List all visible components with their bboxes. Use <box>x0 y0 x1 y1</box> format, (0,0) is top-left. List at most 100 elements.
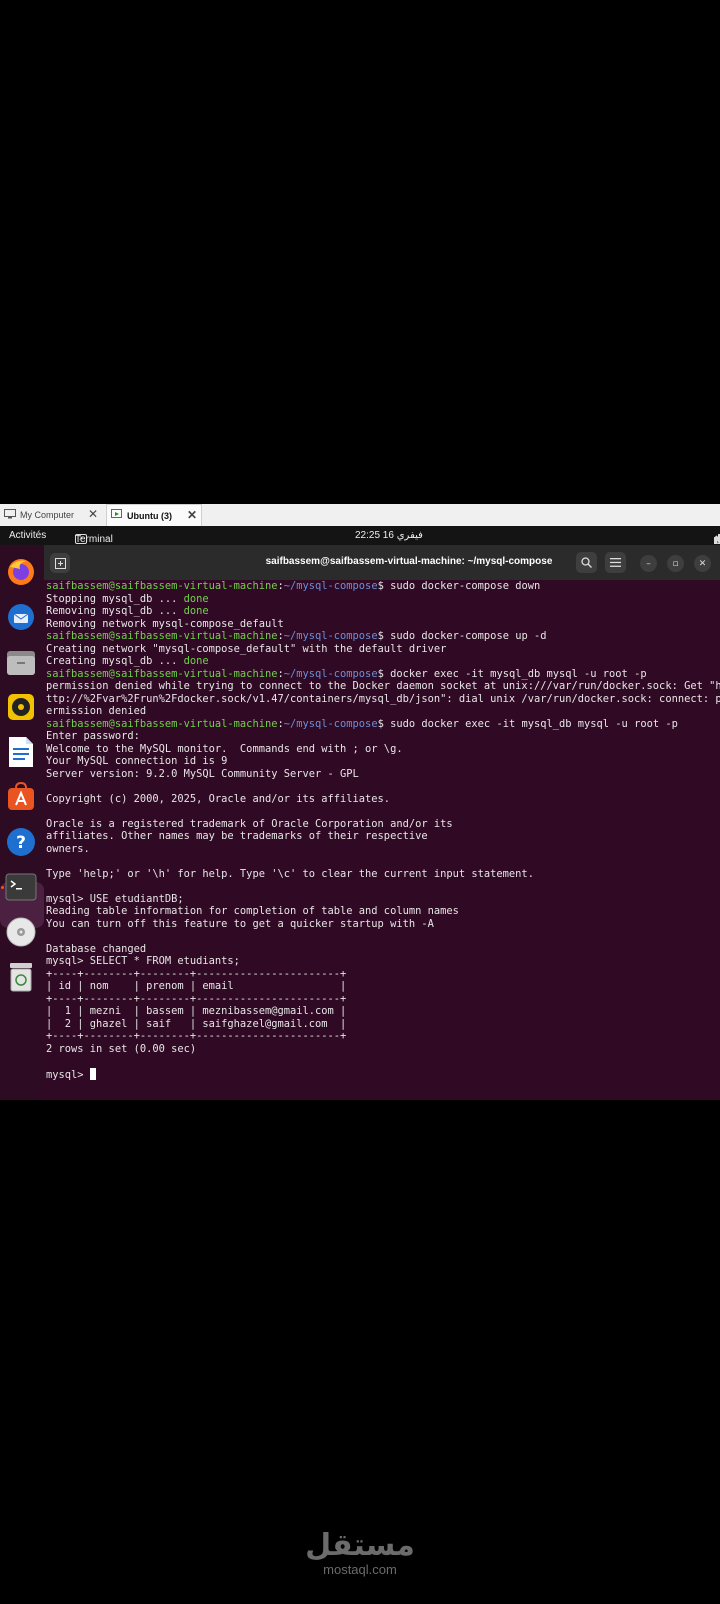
output-text: Your MySQL connection id is 9 <box>46 755 228 767</box>
running-indicator <box>1 886 4 889</box>
terminal-line: saifbassem@saifbassem-virtual-machine:~/… <box>46 667 647 680</box>
app-center-icon[interactable] <box>4 780 38 814</box>
output-text: Creating network "mysql-compose_default"… <box>46 642 447 655</box>
terminal-line: mysql> <box>46 1067 720 1081</box>
dvd-icon[interactable] <box>4 915 38 949</box>
terminal-line: saifbassem@saifbassem-virtual-machine:~/… <box>46 717 678 730</box>
vm-running-icon <box>111 509 123 522</box>
mysql-prompt: mysql> <box>46 1068 90 1081</box>
terminal-header-bar: saifbassem@saifbassem-virtual-machine: ~… <box>44 545 720 580</box>
terminal-line: Your MySQL connection id is 9 <box>46 755 720 768</box>
terminal-line: ermission denied <box>46 705 720 718</box>
tab-label: Ubuntu (3) <box>127 510 172 521</box>
terminal-line: Copyright (c) 2000, 2025, Oracle and/or … <box>46 793 720 806</box>
tab-my-computer[interactable]: My Computer ✕ <box>0 504 102 526</box>
tab-ubuntu[interactable]: Ubuntu (3) ✕ <box>106 504 202 526</box>
output-text: Stopping mysql_db ... <box>46 592 184 605</box>
writer-icon[interactable] <box>4 735 38 769</box>
maximize-button[interactable]: ▫ <box>667 555 684 572</box>
output-text: ttp://%2Fvar%2Frun%2Fdocker.sock/v1.47/c… <box>46 692 720 705</box>
close-icon[interactable]: ✕ <box>88 507 98 521</box>
terminal-line: mysql> USE etudiantDB; <box>46 893 720 906</box>
activities-button[interactable]: Activités <box>9 530 46 541</box>
output-text: Copyright (c) 2000, 2025, Oracle and/or … <box>46 792 391 805</box>
clock[interactable]: 22:25 16 فيفري <box>355 530 423 541</box>
menu-button[interactable] <box>605 552 626 573</box>
output-text: mysql> SELECT * FROM etudiants; <box>46 955 240 967</box>
terminal-line: Type 'help;' or '\h' for help. Type '\c'… <box>46 868 720 881</box>
output-text: Server version: 9.2.0 MySQL Community Se… <box>46 767 359 780</box>
output-text: affiliates. Other names may be trademark… <box>46 830 428 842</box>
output-text: Creating mysql_db ... <box>46 655 184 667</box>
text-cursor <box>89 1067 96 1080</box>
output-text: You can turn off this feature to get a q… <box>46 917 434 930</box>
vm-tab-bar: My Computer ✕ Ubuntu (3) ✕ <box>0 504 720 526</box>
output-text: Removing network mysql-compose_default <box>46 617 284 630</box>
prompt-path: ~/mysql-compose <box>283 580 378 592</box>
terminal-line: | 2 | ghazel | saif | saifghazel@gmail.c… <box>46 1018 720 1031</box>
terminal-line: affiliates. Other names may be trademark… <box>46 830 720 843</box>
rhythmbox-icon[interactable] <box>4 690 38 724</box>
minimize-button[interactable]: – <box>640 555 657 572</box>
command-text: docker exec -it mysql_db mysql -u root -… <box>390 667 647 680</box>
terminal-output[interactable]: saifbassem@saifbassem-virtual-machine:~/… <box>44 580 720 1100</box>
terminal-line: Stopping mysql_db ... done <box>46 593 720 606</box>
close-icon[interactable]: ✕ <box>187 508 197 522</box>
output-text: 2 rows in set (0.00 sec) <box>46 1042 197 1055</box>
status-done: done <box>183 655 209 667</box>
status-done: done <box>183 605 209 617</box>
search-button[interactable] <box>576 552 597 573</box>
search-icon <box>581 557 592 568</box>
new-tab-button[interactable] <box>50 553 70 573</box>
terminal-line: | 1 | mezni | bassem | meznibassem@gmail… <box>46 1005 720 1018</box>
terminal-line: owners. <box>46 843 720 856</box>
terminal-icon[interactable] <box>4 870 38 904</box>
monitor-icon <box>4 509 16 521</box>
close-button[interactable]: ✕ <box>694 555 711 572</box>
output-text: Reading table information for completion… <box>46 905 459 917</box>
dock: ? <box>0 545 44 1100</box>
output-text: +----+--------+--------+----------------… <box>46 1030 347 1042</box>
terminal-line: +----+--------+--------+----------------… <box>46 968 720 981</box>
app-name: Terminal <box>75 534 113 545</box>
output-text: ermission denied <box>46 705 147 717</box>
prompt-path: ~/mysql-compose <box>283 667 378 680</box>
command-text: sudo docker exec -it mysql_db mysql -u r… <box>390 717 678 730</box>
terminal-line: Database changed <box>46 943 720 956</box>
terminal-line: saifbassem@saifbassem-virtual-machine:~/… <box>46 580 541 592</box>
output-text: mysql> USE etudiantDB; <box>46 892 184 905</box>
terminal-line: Creating mysql_db ... done <box>46 655 720 668</box>
watermark-arabic: مستقل <box>305 1528 415 1563</box>
prompt-user: saifbassem@saifbassem-virtual-machine <box>46 717 278 730</box>
terminal-line: Reading table information for completion… <box>46 905 720 918</box>
terminal-line: Removing mysql_db ... done <box>46 605 720 618</box>
help-icon[interactable]: ? <box>4 825 38 859</box>
trash-icon[interactable] <box>4 960 38 994</box>
files-icon[interactable] <box>4 645 38 679</box>
terminal-line: +----+--------+--------+----------------… <box>46 993 720 1006</box>
terminal-line: saifbassem@saifbassem-virtual-machine:~/… <box>46 630 547 642</box>
status-done: done <box>183 592 209 605</box>
output-text: +----+--------+--------+----------------… <box>46 967 347 980</box>
terminal-line: +----+--------+--------+----------------… <box>46 1030 720 1043</box>
prompt-path: ~/mysql-compose <box>283 630 378 642</box>
output-text: permission denied while trying to connec… <box>46 680 720 692</box>
terminal-line: Welcome to the MySQL monitor. Commands e… <box>46 743 720 756</box>
output-text: owners. <box>46 842 90 855</box>
window-title: saifbassem@saifbassem-virtual-machine: ~… <box>265 556 553 567</box>
output-text: | 2 | ghazel | saif | saifghazel@gmail.c… <box>46 1017 347 1030</box>
command-text: sudo docker-compose up -d <box>390 630 547 642</box>
output-text: Type 'help;' or '\h' for help. Type '\c'… <box>46 867 534 880</box>
gnome-top-bar: Activités > Terminal 22:25 16 فيفري <box>0 526 720 545</box>
output-text: Welcome to the MySQL monitor. Commands e… <box>46 742 403 755</box>
firefox-icon[interactable] <box>4 555 38 589</box>
thunderbird-icon[interactable] <box>4 600 38 634</box>
command-text: sudo docker-compose down <box>390 580 541 592</box>
output-text: Removing mysql_db ... <box>46 605 184 617</box>
terminal-line: ttp://%2Fvar%2Frun%2Fdocker.sock/v1.47/c… <box>46 693 720 706</box>
output-text: Database changed <box>46 942 147 955</box>
